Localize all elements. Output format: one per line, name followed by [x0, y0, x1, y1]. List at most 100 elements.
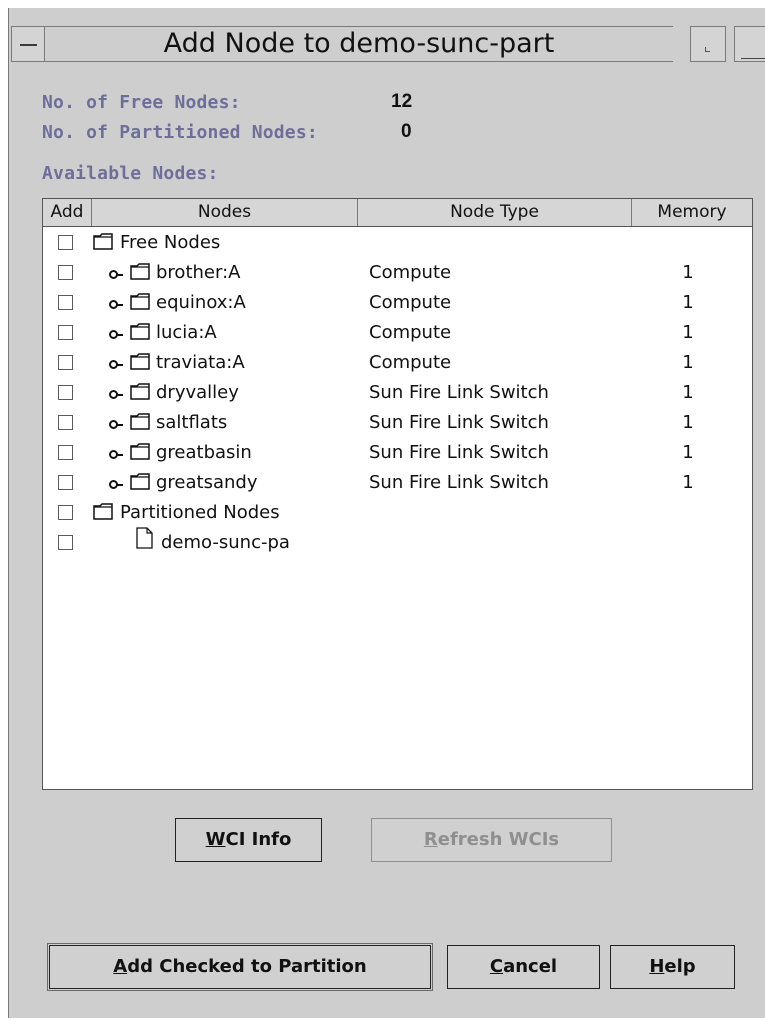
node-type: Compute [369, 322, 452, 343]
folder-icon [130, 473, 150, 490]
table-row[interactable]: lucia:A Compute 1 [43, 320, 752, 350]
node-type: Compute [369, 292, 452, 313]
wci-info-label: CI Info [225, 829, 292, 850]
refresh-wcis-button[interactable]: Refresh WCIs [371, 818, 612, 862]
node-name: demo-sunc-pa [161, 532, 290, 553]
minimize-button[interactable] [690, 26, 726, 62]
folder-icon [130, 293, 150, 310]
node-memory: 1 [682, 412, 694, 433]
help-label: elp [664, 956, 696, 977]
node-memory: 1 [682, 262, 694, 283]
partitioned-nodes-label: No. of Partitioned Nodes: [42, 122, 318, 143]
add-checkbox[interactable] [58, 325, 73, 340]
add-checkbox[interactable] [58, 355, 73, 370]
add-checked-to-partition-button[interactable]: Add Checked to Partition [47, 943, 433, 991]
node-type: Sun Fire Link Switch [369, 442, 549, 463]
node-name: Partitioned Nodes [120, 502, 280, 523]
node-memory: 1 [682, 292, 694, 313]
expand-handle-icon[interactable] [109, 358, 123, 371]
free-nodes-value: 12 [391, 91, 413, 112]
table-row[interactable]: brother:A Compute 1 [43, 260, 752, 290]
add-checkbox[interactable] [58, 505, 73, 520]
partitioned-nodes-value: 0 [401, 121, 412, 142]
add-checkbox[interactable] [58, 385, 73, 400]
node-name: greatbasin [156, 442, 252, 463]
node-name: Free Nodes [120, 232, 221, 253]
node-name: dryvalley [156, 382, 239, 403]
add-checkbox[interactable] [58, 265, 73, 280]
title-bar: Add Node to demo-sunc-part [9, 16, 765, 68]
column-header-nodes[interactable]: Nodes [92, 199, 358, 226]
wci-info-mnemonic: W [205, 829, 226, 850]
node-name: brother:A [156, 262, 241, 283]
add-checkbox[interactable] [58, 535, 73, 550]
table-row[interactable]: demo-sunc-pa [43, 527, 752, 560]
refresh-wcis-mnemonic: R [423, 829, 438, 850]
node-memory: 1 [682, 382, 694, 403]
expand-handle-icon[interactable] [109, 268, 123, 281]
node-type: Compute [369, 262, 452, 283]
document-icon [136, 527, 153, 549]
help-button[interactable]: Help [610, 945, 735, 989]
window-menu-button[interactable] [11, 26, 45, 62]
node-type: Sun Fire Link Switch [369, 382, 549, 403]
expand-handle-icon[interactable] [109, 418, 123, 431]
wci-info-button[interactable]: WCI Info [175, 818, 322, 862]
node-name: traviata:A [156, 352, 245, 373]
folder-icon [93, 503, 113, 520]
node-memory: 1 [682, 472, 694, 493]
maximize-icon [741, 58, 765, 59]
node-type: Sun Fire Link Switch [369, 412, 549, 433]
add-checkbox[interactable] [58, 235, 73, 250]
node-type: Sun Fire Link Switch [369, 472, 549, 493]
expand-handle-icon[interactable] [109, 328, 123, 341]
folder-icon [130, 353, 150, 370]
add-checkbox[interactable] [58, 475, 73, 490]
available-nodes-label: Available Nodes: [42, 163, 219, 184]
node-name: saltflats [156, 412, 228, 433]
table-row[interactable]: dryvalley Sun Fire Link Switch 1 [43, 380, 752, 410]
column-header-memory[interactable]: Memory [632, 199, 752, 226]
table-row[interactable]: equinox:A Compute 1 [43, 290, 752, 320]
minimize-icon [705, 47, 710, 52]
folder-icon [130, 263, 150, 280]
node-memory: 1 [682, 322, 694, 343]
node-name: greatsandy [156, 472, 258, 493]
node-name: lucia:A [156, 322, 217, 343]
table-row[interactable]: Free Nodes [43, 230, 752, 260]
table-row[interactable]: traviata:A Compute 1 [43, 350, 752, 380]
table-row[interactable]: greatsandy Sun Fire Link Switch 1 [43, 470, 752, 500]
nodes-table: Add Nodes Node Type Memory Free Nodes bro… [42, 198, 753, 790]
expand-handle-icon[interactable] [109, 478, 123, 491]
column-header-node-type[interactable]: Node Type [358, 199, 632, 226]
node-memory: 1 [682, 442, 694, 463]
table-row[interactable]: saltflats Sun Fire Link Switch 1 [43, 410, 752, 440]
help-mnemonic: H [649, 956, 665, 977]
cancel-button[interactable]: Cancel [447, 945, 600, 989]
cancel-label: ancel [503, 956, 558, 977]
menu-icon [20, 44, 37, 46]
table-row[interactable]: Partitioned Nodes [43, 500, 752, 530]
folder-icon [130, 323, 150, 340]
node-type: Compute [369, 352, 452, 373]
folder-icon [130, 413, 150, 430]
add-checked-label: dd Checked to Partition [127, 956, 367, 977]
maximize-button[interactable] [734, 26, 765, 62]
expand-handle-icon[interactable] [109, 448, 123, 461]
column-header-add[interactable]: Add [43, 199, 92, 226]
title-area[interactable]: Add Node to demo-sunc-part [45, 26, 673, 62]
add-checkbox[interactable] [58, 415, 73, 430]
add-checkbox[interactable] [58, 295, 73, 310]
refresh-wcis-label: efresh WCIs [437, 829, 560, 850]
cancel-mnemonic: C [489, 956, 504, 977]
expand-handle-icon[interactable] [109, 298, 123, 311]
expand-handle-icon[interactable] [109, 388, 123, 401]
add-checked-mnemonic: A [113, 956, 128, 977]
node-name: equinox:A [156, 292, 246, 313]
table-row[interactable]: greatbasin Sun Fire Link Switch 1 [43, 440, 752, 470]
window-title: Add Node to demo-sunc-part [163, 28, 555, 59]
folder-icon [93, 233, 113, 250]
dialog-window: Add Node to demo-sunc-part No. of Free N… [8, 8, 765, 1018]
folder-icon [130, 383, 150, 400]
add-checkbox[interactable] [58, 445, 73, 460]
